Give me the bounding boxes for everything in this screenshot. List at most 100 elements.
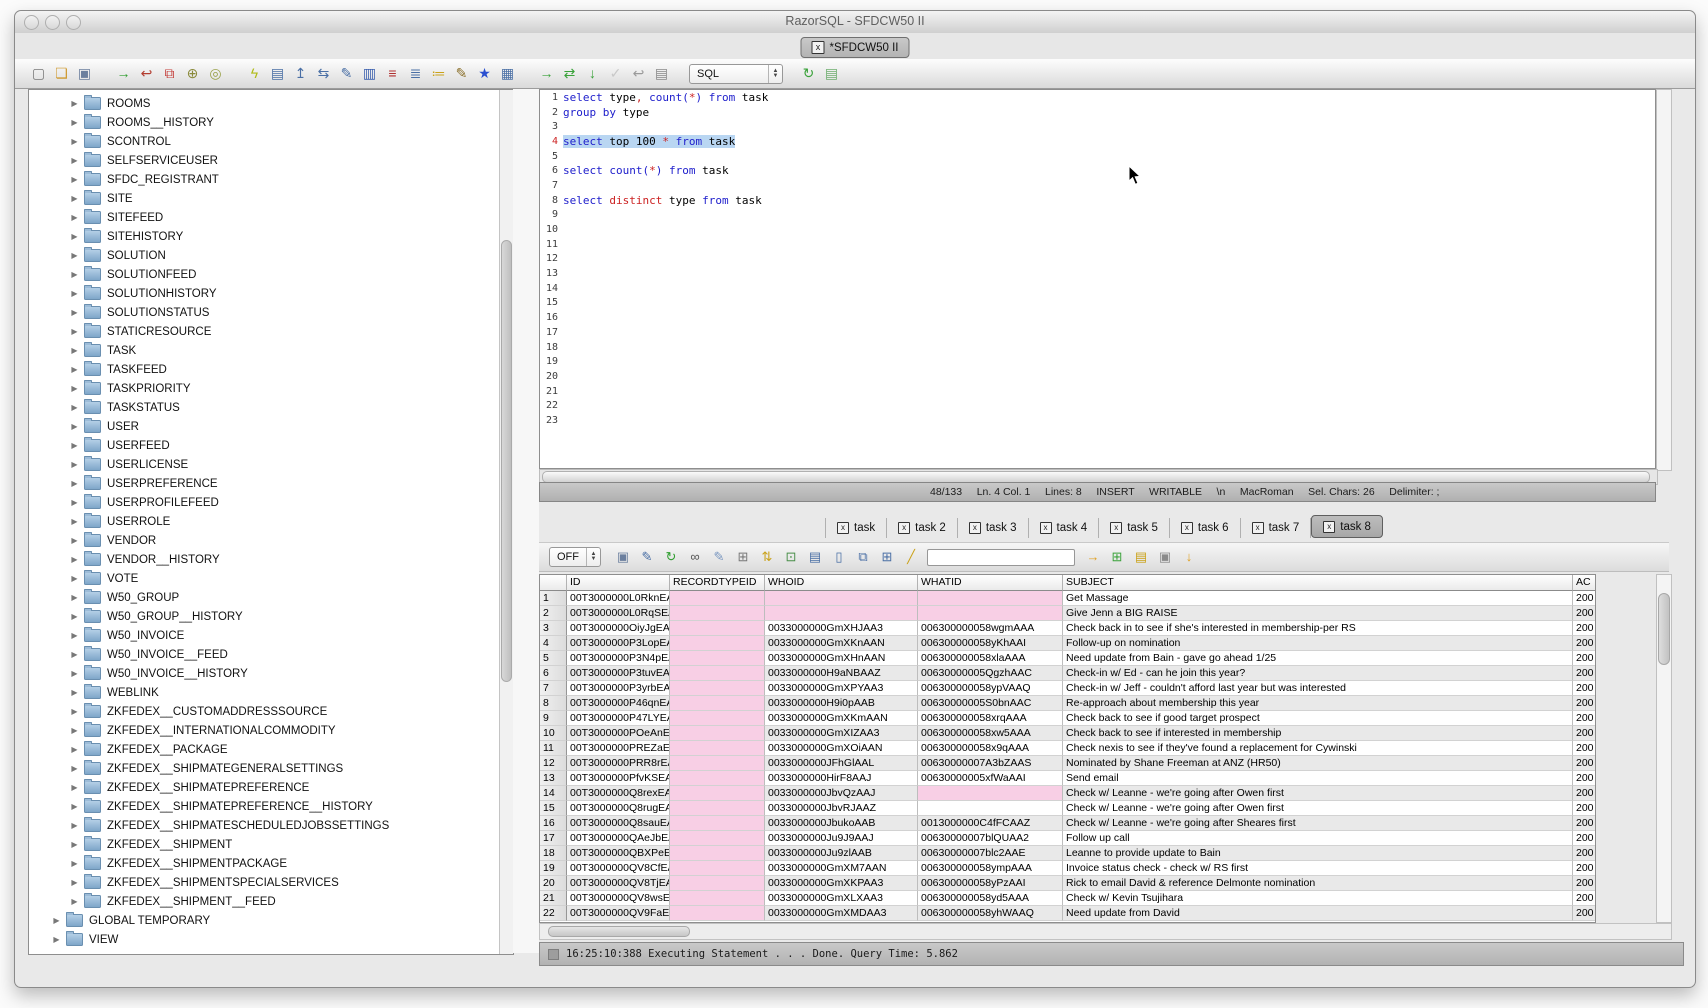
sidebar-item-userfeed[interactable]: ▶USERFEED (29, 436, 500, 455)
expand-arrow-icon[interactable]: ▶ (69, 859, 80, 868)
cell-whatid[interactable] (918, 606, 1063, 621)
table-row[interactable]: 1600T3000000Q8sauEAB0033000000JbukoAAB00… (540, 816, 1595, 831)
column-header-id[interactable]: ID (567, 575, 670, 591)
cell-activitydate[interactable]: 200 (1573, 651, 1595, 666)
cell-whoid[interactable]: 0033000000GmXOiAAN (765, 741, 918, 756)
column-header-ac[interactable]: AC (1573, 575, 1595, 591)
go-down-icon[interactable]: ↓ (582, 63, 603, 84)
cell-subject[interactable]: Rick to email David & reference Delmonte… (1063, 876, 1573, 891)
tab-task-7[interactable]: xtask 7 (1241, 518, 1312, 538)
select-stepper-icon[interactable]: ▲▼ (768, 65, 782, 83)
close-tab-icon[interactable]: x (898, 522, 910, 534)
cell-activitydate[interactable]: 200 (1573, 891, 1595, 906)
cell-whoid[interactable]: 0033000000HirF8AAJ (765, 771, 918, 786)
sort-columns-icon[interactable]: ⇅ (757, 547, 777, 567)
sidebar-item-userprofilefeed[interactable]: ▶USERPROFILEFEED (29, 493, 500, 512)
table-row[interactable]: 200T3000000L0RqSEAVGive Jenn a BIG RAISE… (540, 606, 1595, 621)
expand-tree-icon[interactable]: ⊞ (733, 547, 753, 567)
describe-table-icon[interactable]: ▤ (267, 63, 288, 84)
sidebar-item-vote[interactable]: ▶VOTE (29, 569, 500, 588)
cell-whatid[interactable]: 006300000058xlaAAA (918, 651, 1063, 666)
cell-id[interactable]: 00T3000000OiyJgEAJ (567, 621, 670, 636)
cell-whoid[interactable]: 0033000000GmXKnAAN (765, 636, 918, 651)
tab-task-6[interactable]: xtask 6 (1170, 518, 1241, 538)
editor-line[interactable]: 5 (540, 149, 1655, 164)
cell-activitydate[interactable]: 200 (1573, 876, 1595, 891)
column-header-recordtypeid[interactable]: RECORDTYPEID (670, 575, 765, 591)
cell-recordtypeid[interactable] (670, 771, 765, 786)
table-row[interactable]: 1100T3000000PREZaEAP0033000000GmXOiAAN00… (540, 741, 1595, 756)
expand-arrow-icon[interactable]: ▶ (51, 916, 62, 925)
cell-activitydate[interactable]: 200 (1573, 756, 1595, 771)
refresh-results-icon[interactable]: ↻ (661, 547, 681, 567)
expand-arrow-icon[interactable]: ▶ (69, 764, 80, 773)
results-list-icon[interactable]: ▤ (821, 63, 842, 84)
table-horizontal-scrollbar[interactable] (539, 923, 1672, 940)
sidebar-item-zkfedex-internationalcommodity[interactable]: ▶ZKFEDEX__INTERNATIONALCOMMODITY (29, 721, 500, 740)
expand-arrow-icon[interactable]: ▶ (69, 270, 80, 279)
cell-activitydate[interactable]: 200 (1573, 591, 1595, 606)
cell-id[interactable]: 00T3000000P3yrbEAB (567, 681, 670, 696)
cell-whoid[interactable]: 0033000000JbvQzAAJ (765, 786, 918, 801)
cell-whoid[interactable]: 0033000000GmXKPAA3 (765, 876, 918, 891)
expand-arrow-icon[interactable]: ▶ (69, 137, 80, 146)
cell-whoid[interactable]: 0033000000GmXMDAA3 (765, 906, 918, 921)
help-book-icon[interactable]: ▥ (359, 63, 380, 84)
cell-whatid[interactable]: 006300000058xw5AAA (918, 726, 1063, 741)
cell-subject[interactable]: Re-approach about membership this year (1063, 696, 1573, 711)
cell-activitydate[interactable]: 200 (1573, 621, 1595, 636)
close-tab-icon[interactable]: x (969, 522, 981, 534)
cell-whatid[interactable]: 0013000000C4fFCAAZ (918, 816, 1063, 831)
expand-arrow-icon[interactable]: ▶ (69, 574, 80, 583)
expand-arrow-icon[interactable]: ▶ (69, 479, 80, 488)
cell-recordtypeid[interactable] (670, 591, 765, 606)
editor-line[interactable]: 11 (540, 237, 1655, 252)
table-row[interactable]: 1300T3000000PfvKSEAZ0033000000HirF8AAJ00… (540, 771, 1595, 786)
expand-arrow-icon[interactable]: ▶ (69, 612, 80, 621)
expand-arrow-icon[interactable]: ▶ (69, 441, 80, 450)
editor-vertical-scrollbar[interactable] (1656, 89, 1672, 471)
go-search-icon[interactable]: → (1083, 547, 1103, 567)
save-table-icon[interactable]: ▣ (1155, 547, 1175, 567)
execute-check-icon[interactable]: ✓ (605, 63, 626, 84)
cell-subject[interactable]: Need update from David (1063, 906, 1573, 921)
cell-subject[interactable]: Check w/ Leanne - we're going after Owen… (1063, 786, 1573, 801)
sidebar-item-w50-invoice-feed[interactable]: ▶W50_INVOICE__FEED (29, 645, 500, 664)
expand-arrow-icon[interactable]: ▶ (69, 289, 80, 298)
cell-subject[interactable]: Follow-up on nomination (1063, 636, 1573, 651)
cell-whoid[interactable]: 0033000000H9i0pAAB (765, 696, 918, 711)
cell-id[interactable]: 00T3000000POeAnEAL (567, 726, 670, 741)
cell-recordtypeid[interactable] (670, 756, 765, 771)
expand-arrow-icon[interactable]: ▶ (69, 384, 80, 393)
cell-whatid[interactable]: 006300000058xrqAAA (918, 711, 1063, 726)
cell-whatid[interactable]: 006300000058yhWAAQ (918, 906, 1063, 921)
editor-line[interactable]: 3 (540, 119, 1655, 134)
generate-sql-icon[interactable]: ≣ (405, 63, 426, 84)
cell-recordtypeid[interactable] (670, 606, 765, 621)
editor-line[interactable]: 2group by type (540, 105, 1655, 120)
table-row[interactable]: 2100T3000000QV8wsEAD0033000000GmXLXAA300… (540, 891, 1595, 906)
sidebar-item-vendor-history[interactable]: ▶VENDOR__HISTORY (29, 550, 500, 569)
sidebar-item-weblink[interactable]: ▶WEBLINK (29, 683, 500, 702)
edit-document-icon[interactable]: ✎ (336, 63, 357, 84)
cell-subject[interactable]: Check back to see if interested in membe… (1063, 726, 1573, 741)
sidebar-item-taskstatus[interactable]: ▶TASKSTATUS (29, 398, 500, 417)
sidebar-item-rooms[interactable]: ▶ROOMS (29, 94, 500, 113)
table-editor-icon[interactable]: ▦ (497, 63, 518, 84)
cell-whoid[interactable]: 0033000000GmXHJAA3 (765, 621, 918, 636)
cell-whatid[interactable] (918, 591, 1063, 606)
cell-whoid[interactable]: 0033000000GmXM7AAN (765, 861, 918, 876)
expand-arrow-icon[interactable]: ▶ (69, 308, 80, 317)
cell-subject[interactable]: Check w/ Kevin Tsujihara (1063, 891, 1573, 906)
cell-whatid[interactable]: 006300000058yd5AAA (918, 891, 1063, 906)
cell-whatid[interactable]: 006300000058ympAAA (918, 861, 1063, 876)
columns-list-icon[interactable]: ▤ (805, 547, 825, 567)
cell-id[interactable]: 00T3000000QV9FaEAL (567, 906, 670, 921)
editor-line[interactable]: 7 (540, 178, 1655, 193)
expand-arrow-icon[interactable]: ▶ (69, 707, 80, 716)
table-row[interactable]: 800T3000000P46qnEAB0033000000H9i0pAAB006… (540, 696, 1595, 711)
expand-arrow-icon[interactable]: ▶ (69, 365, 80, 374)
table-row[interactable]: 900T3000000P47LYEAZ0033000000GmXKmAAN006… (540, 711, 1595, 726)
expand-arrow-icon[interactable]: ▶ (69, 422, 80, 431)
expand-arrow-icon[interactable]: ▶ (69, 327, 80, 336)
